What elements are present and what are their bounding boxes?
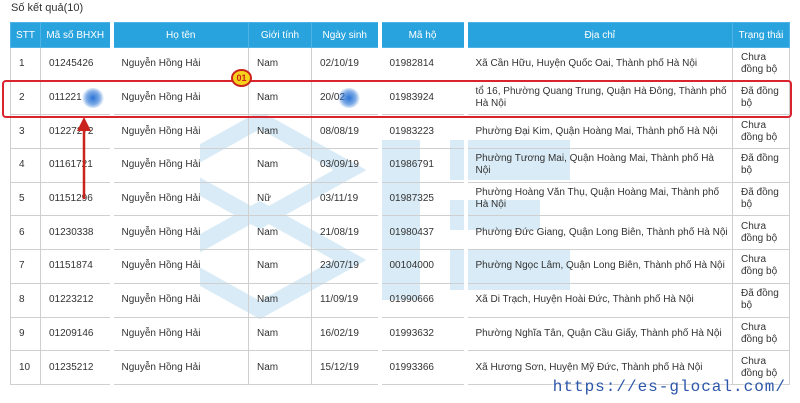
cell-stt: 1 (10, 47, 41, 82)
cell-status: Chưa đồng bộ (732, 316, 790, 352)
cell-status: Chưa đồng bộ (732, 47, 790, 82)
cell-bhxh: 01235212 (40, 350, 114, 385)
cell-status: Đã đồng bộ (732, 148, 790, 183)
cell-household: 01990666 (379, 282, 468, 318)
cell-gender: Nam (248, 316, 312, 352)
cell-household: 01993632 (379, 316, 468, 352)
cell-name: Nguyễn Hồng Hải (111, 249, 249, 284)
cell-gender: Nam (248, 148, 312, 183)
cell-status: Chưa đồng bộ (732, 114, 790, 150)
cell-household: 01986791 (379, 148, 468, 183)
cell-dob: 11/09/19 (311, 282, 382, 318)
cell-gender: Nam (248, 215, 312, 251)
cell-household: 01983223 (379, 114, 468, 150)
highlight-box (2, 80, 792, 118)
cell-address: Phường Tương Mai, Quận Hoàng Mai, Thành … (465, 148, 733, 183)
cell-stt: 9 (10, 316, 41, 352)
cell-gender: Nữ (248, 181, 312, 217)
cell-stt: 7 (10, 249, 41, 284)
result-count: Số kết quả(10) (11, 2, 84, 14)
cell-address: Phường Đức Giang, Quận Long Biên, Thành … (465, 215, 733, 251)
column-header-name[interactable]: Họ tên (111, 22, 249, 48)
arrow-up-icon (77, 117, 91, 199)
cell-dob: 23/07/19 (311, 249, 382, 284)
cell-address: Phường Đại Kim, Quận Hoàng Mai, Thành ph… (465, 114, 733, 150)
cell-stt: 5 (10, 181, 41, 217)
cell-household: 01980437 (379, 215, 468, 251)
cell-stt: 4 (10, 148, 41, 183)
cell-name: Nguyễn Hồng Hải (111, 114, 249, 150)
cell-household: 00104000 (379, 249, 468, 284)
cell-stt: 8 (10, 282, 41, 318)
cell-household: 01993366 (379, 350, 468, 385)
cell-name: Nguyễn Hồng Hải (111, 215, 249, 251)
column-header-stt[interactable]: STT (10, 22, 41, 48)
table-row[interactable]: 3 01227272 Nguyễn Hồng Hải Nam 08/08/19 … (10, 114, 790, 150)
cell-name: Nguyễn Hồng Hải (111, 47, 249, 82)
table-header-row: STT Mã số BHXH Họ tên Giới tính Ngày sin… (10, 22, 790, 48)
cell-gender: Nam (248, 249, 312, 284)
results-table: STT Mã số BHXH Họ tên Giới tính Ngày sin… (10, 22, 790, 385)
cell-name: Nguyễn Hồng Hải (111, 316, 249, 352)
table-row[interactable]: 1 01245426 Nguyễn Hồng Hải Nam 02/10/19 … (10, 47, 790, 82)
cell-stt: 6 (10, 215, 41, 251)
cell-status: Chưa đồng bộ (732, 215, 790, 251)
cell-dob: 15/12/19 (311, 350, 382, 385)
column-header-gender[interactable]: Giới tính (248, 22, 312, 48)
cell-name: Nguyễn Hồng Hải (111, 181, 249, 217)
cell-stt: 10 (10, 350, 41, 385)
cell-status: Chưa đồng bộ (732, 249, 790, 284)
cell-bhxh: 01223212 (40, 282, 114, 318)
cell-address: Xã Cần Hữu, Huyện Quốc Oai, Thành phố Hà… (465, 47, 733, 82)
site-url: https://es-glocal.com/ (552, 378, 786, 396)
step-badge: 01 (231, 69, 252, 87)
cell-dob: 02/10/19 (311, 47, 382, 82)
cell-bhxh: 01151874 (40, 249, 114, 284)
cell-status: Đã đồng bộ (732, 282, 790, 318)
cell-name: Nguyễn Hồng Hải (111, 148, 249, 183)
column-header-address[interactable]: Địa chỉ (465, 22, 733, 48)
cell-gender: Nam (248, 114, 312, 150)
table-row[interactable]: 9 01209146 Nguyễn Hồng Hải Nam 16/02/19 … (10, 316, 790, 352)
table-row[interactable]: 4 01161721 Nguyễn Hồng Hải Nam 03/09/19 … (10, 148, 790, 183)
cell-name: Nguyễn Hồng Hải (111, 282, 249, 318)
cell-address: Phường Nghĩa Tân, Quận Cầu Giấy, Thành p… (465, 316, 733, 352)
table-row[interactable]: 8 01223212 Nguyễn Hồng Hải Nam 11/09/19 … (10, 282, 790, 318)
cell-gender: Nam (248, 350, 312, 385)
cell-bhxh: 01245426 (40, 47, 114, 82)
cell-status: Đã đồng bộ (732, 181, 790, 217)
column-header-status[interactable]: Trạng thái (732, 22, 790, 48)
column-header-bhxh[interactable]: Mã số BHXH (40, 22, 114, 48)
table-row[interactable]: 6 01230338 Nguyễn Hồng Hải Nam 21/08/19 … (10, 215, 790, 251)
cell-dob: 03/09/19 (311, 148, 382, 183)
column-header-household[interactable]: Mã hộ (379, 22, 468, 48)
cell-gender: Nam (248, 47, 312, 82)
table-row[interactable]: 5 01151296 Nguyễn Hồng Hải Nữ 03/11/19 0… (10, 181, 790, 217)
table-row[interactable]: 7 01151874 Nguyễn Hồng Hải Nam 23/07/19 … (10, 249, 790, 284)
cell-bhxh: 01230338 (40, 215, 114, 251)
cell-gender: Nam (248, 282, 312, 318)
cell-name: Nguyễn Hồng Hải (111, 350, 249, 385)
cell-stt: 3 (10, 114, 41, 150)
cell-dob: 03/11/19 (311, 181, 382, 217)
cell-dob: 08/08/19 (311, 114, 382, 150)
cell-household: 01987325 (379, 181, 468, 217)
column-header-dob[interactable]: Ngày sinh (311, 22, 382, 48)
cell-bhxh: 01209146 (40, 316, 114, 352)
cell-household: 01982814 (379, 47, 468, 82)
cell-dob: 21/08/19 (311, 215, 382, 251)
cell-address: Phường Ngọc Lâm, Quận Long Biên, Thành p… (465, 249, 733, 284)
cell-dob: 16/02/19 (311, 316, 382, 352)
cell-address: Xã Di Trạch, Huyện Hoài Đức, Thành phố H… (465, 282, 733, 318)
cell-address: Phường Hoàng Văn Thụ, Quận Hoàng Mai, Th… (465, 181, 733, 217)
